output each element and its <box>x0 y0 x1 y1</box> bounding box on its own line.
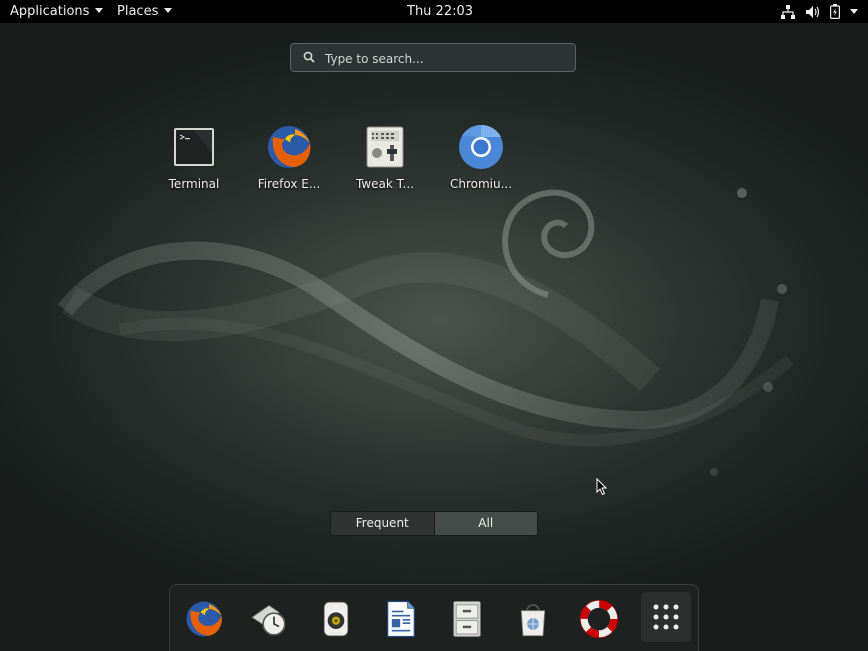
search-box[interactable] <box>290 43 576 72</box>
dash-item-firefox[interactable] <box>180 595 228 643</box>
mouse-cursor-icon <box>596 478 608 496</box>
help-icon <box>579 599 619 639</box>
show-applications-button[interactable] <box>641 592 691 642</box>
app-firefox[interactable]: Firefox E... <box>241 120 337 191</box>
app-terminal[interactable]: Terminal <box>146 120 242 191</box>
applications-menu-label: Applications <box>10 4 90 19</box>
system-status-area[interactable] <box>781 4 858 19</box>
app-tweak-tool[interactable]: Tweak T... <box>337 120 433 191</box>
show-applications-icon <box>653 604 679 630</box>
network-wired-icon <box>781 4 795 19</box>
rhythmbox-icon <box>323 601 349 637</box>
app-label: Tweak T... <box>355 177 414 191</box>
app-label: Firefox E... <box>257 177 321 191</box>
top-bar: Applications Places Thu 22:03 <box>0 0 868 23</box>
dash-item-clocks[interactable] <box>245 595 293 643</box>
dash-item-files[interactable] <box>443 595 491 643</box>
dash-item-software[interactable] <box>509 595 557 643</box>
clocks-icon <box>251 605 286 636</box>
firefox-icon <box>186 601 222 637</box>
dash-item-help[interactable] <box>575 595 623 643</box>
file-manager-icon <box>453 601 481 637</box>
tweak-tool-icon <box>366 126 404 168</box>
dash <box>169 584 699 651</box>
battery-charging-icon <box>830 4 840 19</box>
app-label: Chromiu... <box>449 177 513 191</box>
libreoffice-writer-icon <box>387 600 415 638</box>
chevron-down-icon <box>164 8 173 13</box>
tab-frequent[interactable]: Frequent <box>331 512 435 535</box>
terminal-icon <box>174 128 214 166</box>
software-center-icon <box>520 604 546 637</box>
firefox-icon <box>268 126 311 168</box>
app-chromium[interactable]: Chromiu... <box>433 120 529 191</box>
dash-item-writer[interactable] <box>377 595 425 643</box>
chromium-icon <box>459 124 503 169</box>
applications-menu[interactable]: Applications <box>10 0 104 23</box>
chevron-down-icon <box>850 9 858 14</box>
dash-item-rhythmbox[interactable] <box>312 595 360 643</box>
search-icon <box>303 51 315 63</box>
places-menu-label: Places <box>117 4 159 19</box>
wallpaper-swirl <box>57 188 794 476</box>
tab-all[interactable]: All <box>434 512 537 535</box>
clock[interactable]: Thu 22:03 <box>407 0 473 23</box>
app-label: Terminal <box>168 177 220 191</box>
chevron-down-icon <box>95 8 104 13</box>
volume-icon <box>806 5 820 18</box>
search-input[interactable] <box>323 48 567 70</box>
places-menu[interactable]: Places <box>117 0 173 23</box>
view-switch: Frequent All <box>330 511 538 536</box>
